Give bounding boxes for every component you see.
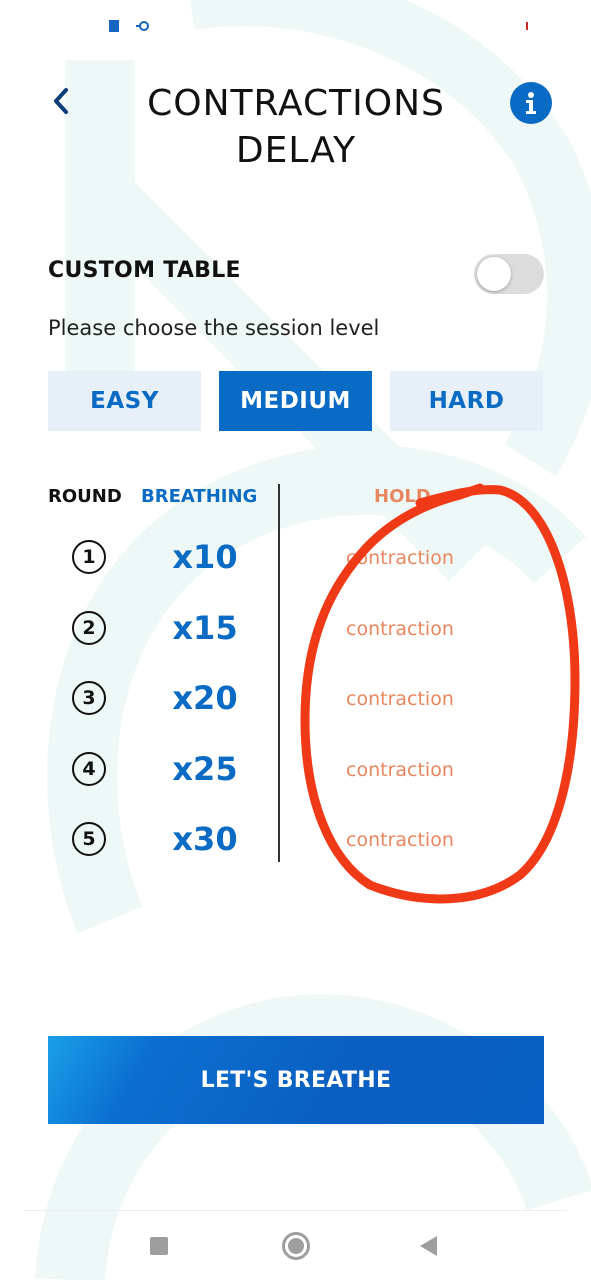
sync-icon [136, 21, 149, 31]
breathing-count: x30 [172, 820, 238, 858]
toggle-knob [477, 257, 511, 291]
column-header-breathing: BREATHING [141, 486, 258, 507]
session-level-prompt: Please choose the session level [48, 316, 380, 340]
level-medium-button[interactable]: MEDIUM [219, 371, 372, 431]
back-button[interactable] [44, 82, 78, 120]
chevron-left-icon [54, 88, 68, 114]
round-number-badge: 2 [72, 611, 106, 645]
hold-value: contraction [346, 618, 454, 640]
page-title: CONTRACTIONS DELAY [120, 80, 472, 174]
round-number-badge: 3 [72, 681, 106, 715]
breathing-count: x10 [172, 538, 238, 576]
system-navigation-bar [24, 1210, 567, 1280]
breathing-count: x25 [172, 750, 238, 788]
info-button[interactable] [510, 82, 552, 124]
round-number-badge: 5 [72, 822, 106, 856]
column-header-hold: HOLD [374, 486, 431, 507]
battery-icon [526, 22, 528, 30]
breathing-count: x15 [172, 609, 238, 647]
round-number-badge: 4 [72, 752, 106, 786]
notification-icon [109, 20, 119, 32]
lets-breathe-button[interactable]: LET'S BREATHE [48, 1036, 544, 1124]
round-number-badge: 1 [72, 540, 106, 574]
info-icon [526, 92, 536, 114]
hold-value: contraction [346, 688, 454, 710]
hold-value: contraction [346, 759, 454, 781]
level-easy-button[interactable]: EASY [48, 371, 201, 431]
custom-table-label: CUSTOM TABLE [48, 258, 241, 283]
session-level-selector: EASY MEDIUM HARD [48, 371, 544, 431]
page-title-line-1: CONTRACTIONS [147, 83, 445, 124]
page-title-line-2: DELAY [235, 130, 357, 171]
hold-value: contraction [346, 547, 454, 569]
back-triangle-icon[interactable] [420, 1236, 437, 1256]
recents-square-icon[interactable] [150, 1237, 168, 1255]
table-divider [278, 484, 280, 862]
status-bar [0, 0, 591, 52]
home-circle-icon[interactable] [282, 1232, 310, 1260]
breathing-count: x20 [172, 679, 238, 717]
column-header-round: ROUND [48, 486, 122, 507]
level-hard-button[interactable]: HARD [390, 371, 543, 431]
custom-table-toggle[interactable] [474, 254, 544, 294]
hold-value: contraction [346, 829, 454, 851]
